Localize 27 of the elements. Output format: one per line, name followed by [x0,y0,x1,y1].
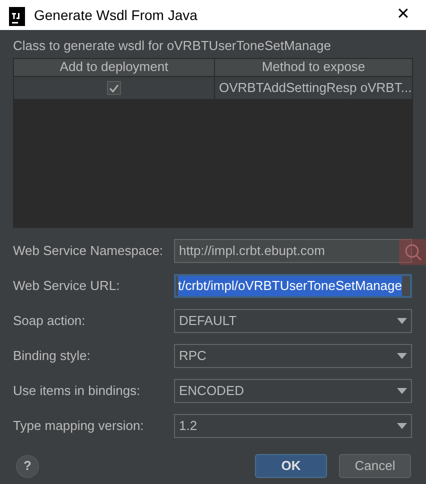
table-cell: OVRBTAddSettingResp oVRBT... [215,77,412,99]
field-label: Binding style: [13,347,92,366]
window-title: Generate Wsdl From Java [34,6,198,24]
dropdown[interactable]: RPC [174,344,412,368]
ok-button[interactable]: OK [255,454,327,478]
field-label: Web Service Namespace: [13,242,164,260]
field-label: Soap action: [13,312,86,330]
class-label: Class to generate wsdl for oVRBTUserToneSetManage [13,38,332,54]
help-button[interactable]: ? [16,454,39,478]
caret-icon [397,318,407,324]
dropdown[interactable]: ENCODED [174,379,412,403]
input-field[interactable]: http://impl.crbt.ebupt.com [174,239,412,263]
field-label: Web Service URL: [13,277,121,296]
column-header: Add to deployment [14,59,215,76]
input-field[interactable]: t/crbt/impl/oVRBTUserToneSetManage [174,274,412,298]
caret-icon [397,388,407,394]
caret-icon [397,423,407,429]
app-icon [9,7,25,23]
dropdown[interactable]: 1.2 [174,414,412,438]
checkbox[interactable] [107,81,121,95]
field-label: Type mapping version: [13,417,145,436]
field-label: Use items in bindings: [13,382,142,400]
column-header: Method to expose [215,59,412,76]
dropdown[interactable]: DEFAULT [174,309,412,333]
cancel-button[interactable]: Cancel [339,454,411,478]
caret-icon [397,353,407,359]
search-icon[interactable] [399,239,426,265]
